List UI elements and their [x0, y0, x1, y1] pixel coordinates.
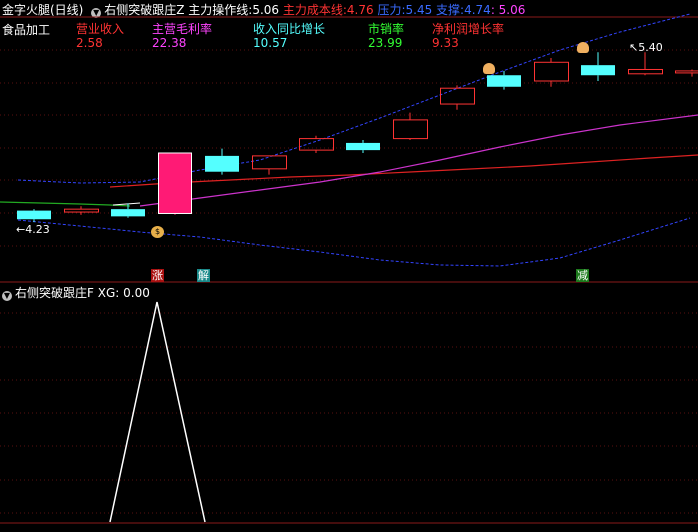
- money-bag-icon: $: [151, 226, 164, 238]
- candle: [158, 152, 192, 215]
- candle-body: [158, 153, 192, 214]
- short-ma-line: [112, 202, 141, 206]
- kline-chart[interactable]: [0, 0, 698, 532]
- candle: [17, 209, 51, 223]
- low-price-label: ←4.23: [16, 223, 50, 236]
- hand-signal-icon: [577, 42, 589, 53]
- grid-lines: [0, 16, 698, 524]
- candle-body: [628, 68, 663, 75]
- candle: [252, 155, 287, 175]
- candle-body: [64, 208, 99, 213]
- candle-body: [581, 65, 615, 76]
- cost-line: [109, 154, 698, 188]
- lower-panel-header: ▼ 右侧突破跟庄F XG: 0.00: [2, 286, 150, 301]
- candle-body: [393, 119, 428, 140]
- candle: [628, 52, 663, 76]
- candle: [440, 85, 475, 110]
- xg-label: XG:: [97, 286, 120, 300]
- arrow-left-icon: ←: [16, 223, 26, 236]
- candle-body: [17, 210, 51, 220]
- pressure-band-line: [17, 13, 691, 184]
- candle: [675, 69, 698, 77]
- lower-panel-title[interactable]: 右侧突破跟庄F: [15, 286, 94, 300]
- candle: [205, 148, 239, 175]
- candle-body: [111, 209, 145, 217]
- hand-signal-icon: [483, 63, 495, 74]
- signal-jie: 解: [197, 269, 210, 282]
- candle: [393, 112, 428, 141]
- candle: [299, 135, 334, 153]
- signal-jian: 减: [576, 269, 589, 282]
- candle-body: [675, 70, 698, 74]
- support-band-line: [17, 217, 691, 267]
- candle-body: [440, 87, 475, 105]
- chevron-down-icon[interactable]: ▼: [2, 291, 12, 301]
- candle: [64, 206, 99, 215]
- candles: [17, 52, 698, 223]
- high-price-label: ↖5.40: [629, 41, 663, 54]
- signal-zhang: 涨: [151, 269, 164, 282]
- xg-signal-line: [109, 301, 206, 523]
- indicator-lines: [0, 13, 698, 267]
- candle-body: [534, 61, 569, 82]
- xg-value: 0.00: [123, 286, 150, 300]
- candle-body: [487, 75, 521, 87]
- arrow-up-left-icon: ↖: [629, 41, 639, 54]
- xg-indicator-chart: [109, 301, 206, 523]
- candle: [581, 52, 615, 81]
- candle: [346, 140, 380, 153]
- short-ma-line: [0, 201, 131, 207]
- candle-body: [252, 155, 287, 170]
- candle-body: [346, 142, 380, 151]
- candle: [534, 57, 569, 87]
- candle-body: [205, 155, 239, 172]
